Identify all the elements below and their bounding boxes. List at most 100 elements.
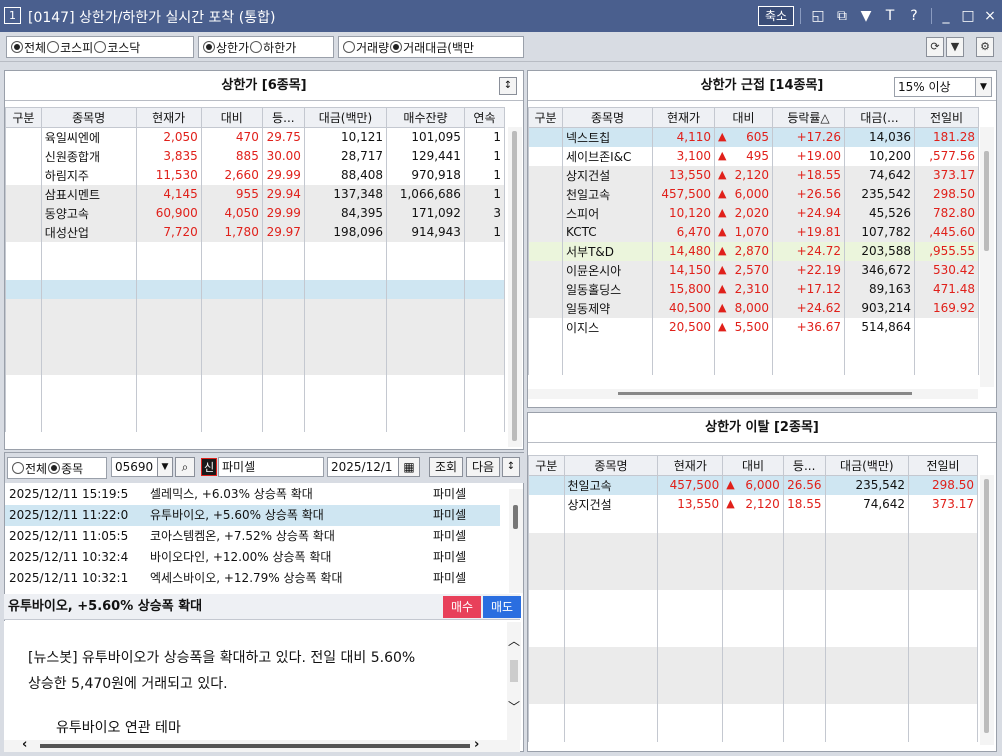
table-row[interactable]: 신원종합개 3,835 885 30.00 28,717 129,441 1	[5, 146, 506, 166]
table-row[interactable]: 삼표시멘트 4,145 955 29.94 137,348 1,066,686 1	[5, 184, 506, 204]
maximize-icon[interactable]: □	[960, 7, 976, 25]
close-icon[interactable]: ×	[982, 7, 998, 25]
table-cell: +19.00	[772, 146, 845, 166]
column-header[interactable]: 구분	[5, 107, 42, 128]
table-row[interactable]: 일동홀딩스 15,800 ▲ 2,310 +17.12 89,163 471.48	[528, 279, 979, 299]
calendar-icon[interactable]: ▦	[398, 457, 420, 477]
column-header[interactable]: 종목명	[563, 455, 659, 476]
refresh-icon[interactable]: ⟳	[926, 37, 944, 57]
column-header[interactable]: 등락률△	[772, 107, 845, 128]
column-header[interactable]: 대금(백만)	[824, 455, 910, 476]
table-row[interactable]: 하림지주 11,530 2,660 29.99 88,408 970,918 1	[5, 165, 506, 185]
sell-button[interactable]: 매도	[483, 596, 521, 618]
window-icon[interactable]: ⧉	[834, 7, 850, 25]
column-header[interactable]: 연속	[463, 107, 506, 128]
scrollbar-thumb[interactable]	[513, 505, 518, 529]
settings-icon[interactable]: ⚙	[976, 37, 994, 57]
column-header[interactable]: 종목명	[562, 107, 653, 128]
column-header[interactable]: 대비	[714, 107, 773, 128]
news-item[interactable]: 2025/12/11 10:32:1 엑세스바이오, +12.79% 상승폭 확대…	[5, 568, 500, 589]
news-item[interactable]: 2025/12/11 11:22:0 유투바이오, +5.60% 상승폭 확대 파미…	[5, 505, 500, 526]
column-header[interactable]: 대금(...	[844, 107, 915, 128]
buy-button[interactable]: 매수	[443, 596, 481, 618]
column-header[interactable]: 대비	[722, 455, 784, 476]
table-row[interactable]: 스피어 10,120 ▲ 2,020 +24.94 45,526 782.80	[528, 203, 979, 223]
filter-select[interactable]: 15% 이상 ▼	[894, 77, 992, 97]
radio-news-all[interactable]: 전체	[12, 460, 47, 477]
stock-code-input[interactable]: 05690	[111, 457, 161, 477]
search-icon[interactable]: ⌕	[175, 457, 195, 477]
help-icon[interactable]: ?	[906, 7, 922, 25]
table-row[interactable]: 대성산업 7,720 1,780 29.97 198,096 914,943 1	[5, 222, 506, 242]
radio-market-all[interactable]: 전체	[11, 39, 46, 56]
scrollbar-thumb[interactable]	[510, 660, 518, 682]
radio-news-stock[interactable]: 종목	[48, 460, 83, 477]
news-item[interactable]: 2025/12/11 10:32:4 바이오다인, +12.00% 상승폭 확대 파…	[5, 547, 500, 568]
vertical-scrollbar[interactable]	[509, 489, 523, 593]
table-row[interactable]: 육일씨엔에 2,050 470 29.75 10,121 101,095 1	[5, 127, 506, 147]
chevron-down-icon[interactable]: ﹀	[507, 698, 521, 715]
vertical-scrollbar[interactable]	[980, 475, 994, 745]
radio-market-kosdaq[interactable]: 코스닥	[94, 39, 140, 56]
column-header[interactable]: 매수잔량	[386, 107, 465, 128]
chevron-up-icon[interactable]: ︿	[507, 632, 521, 649]
chevron-down-icon[interactable]: ▼	[975, 78, 991, 96]
radio-trade-amount[interactable]: 거래대금(백만	[390, 39, 474, 56]
table-row[interactable]: 서부T&D 14,480 ▲ 2,870 +24.72 203,588,955.55	[528, 241, 979, 261]
chevron-right-icon[interactable]: ›	[474, 737, 479, 752]
column-header[interactable]: 현재가	[135, 107, 202, 128]
vertical-scrollbar[interactable]	[980, 127, 994, 387]
radio-market-kospi[interactable]: 코스피	[47, 39, 93, 56]
chevron-down-icon[interactable]: ▼	[157, 457, 173, 477]
next-button[interactable]: 다음	[466, 457, 500, 477]
scrollbar-thumb[interactable]	[512, 131, 517, 441]
column-header[interactable]: 대금(백만)	[303, 107, 388, 128]
restore-icon[interactable]: ◱	[810, 7, 826, 25]
table-row[interactable]: 동양고속 60,900 4,050 29.99 84,395 171,092 3	[5, 203, 506, 223]
chevron-left-icon[interactable]: ‹	[22, 737, 27, 752]
dropdown-icon[interactable]: ▼	[946, 37, 964, 57]
stock-name-field[interactable]: 파미셀	[218, 457, 324, 477]
table-row[interactable]: 상지건설 13,550 ▲ 2,120 +18.55 74,642 373.17	[528, 165, 979, 185]
vertical-scrollbar[interactable]	[508, 127, 522, 447]
horizontal-scrollbar[interactable]	[528, 389, 978, 399]
pin-icon[interactable]: ▼	[858, 7, 874, 25]
table-row[interactable]: 세이브존I&C 3,100 ▲ 495 +19.00 10,200,577.56	[528, 146, 979, 166]
font-icon[interactable]: T	[882, 7, 898, 25]
column-header[interactable]: 현재가	[652, 107, 715, 128]
shrink-button[interactable]: 축소	[758, 6, 794, 26]
expand-icon[interactable]: ↕	[499, 77, 517, 95]
table-row[interactable]: 이지스 20,500 ▲ 5,500 +36.67 514,864	[528, 317, 979, 337]
column-header[interactable]: 전일비	[914, 107, 979, 128]
scrollbar-thumb[interactable]	[984, 151, 989, 251]
column-header[interactable]: 전일비	[908, 455, 978, 476]
table-row[interactable]: KCTC 6,470 ▲ 1,070 +19.81 107,782,445.60	[528, 222, 979, 242]
radio-volume[interactable]: 거래량	[343, 39, 389, 56]
table-row[interactable]: 천일고속 457,500 ▲ 6,000 26.56 235,542 298.50	[528, 475, 978, 495]
radio-lower-limit[interactable]: 하한가	[250, 39, 296, 56]
minimize-icon[interactable]: _	[938, 7, 954, 25]
scrollbar-thumb[interactable]	[984, 479, 989, 733]
column-header[interactable]: 현재가	[657, 455, 724, 476]
scrollbar-thumb[interactable]	[40, 744, 470, 748]
scrollbar-thumb[interactable]	[618, 392, 912, 395]
query-button[interactable]: 조회	[429, 457, 463, 477]
column-header[interactable]: 등...	[261, 107, 305, 128]
table-row[interactable]: 넥스트칩 4,110 ▲ 605 +17.26 14,036 181.28	[528, 127, 979, 147]
table-row[interactable]: 상지건설 13,550 ▲ 2,120 18.55 74,642 373.17	[528, 494, 978, 514]
article-hscrollbar[interactable]: ‹ ›	[4, 737, 520, 752]
column-header[interactable]: 등...	[782, 455, 826, 476]
article-scrollbar[interactable]: ︿ ﹀	[507, 622, 521, 740]
table-row[interactable]: 일동제약 40,500 ▲ 8,000 +24.62 903,214 169.92	[528, 298, 979, 318]
table-row[interactable]: 이뮨온시아 14,150 ▲ 2,570 +22.19 346,672 530.42	[528, 260, 979, 280]
column-header[interactable]: 구분	[528, 455, 565, 476]
radio-upper-limit[interactable]: 상한가	[203, 39, 249, 56]
column-header[interactable]: 대비	[200, 107, 263, 128]
column-header[interactable]: 구분	[528, 107, 563, 128]
date-input[interactable]: 2025/12/1	[327, 457, 401, 477]
news-item[interactable]: 2025/12/11 15:19:5 셀레믹스, +6.03% 상승폭 확대 파미셀	[5, 484, 500, 505]
table-row[interactable]: 천일고속 457,500 ▲ 6,000 +26.56 235,542 298.50	[528, 184, 979, 204]
column-header[interactable]: 종목명	[40, 107, 137, 128]
expand-icon[interactable]: ↕	[502, 457, 520, 477]
news-item[interactable]: 2025/12/11 11:05:5 코아스템켐온, +7.52% 상승폭 확대 파…	[5, 526, 500, 547]
